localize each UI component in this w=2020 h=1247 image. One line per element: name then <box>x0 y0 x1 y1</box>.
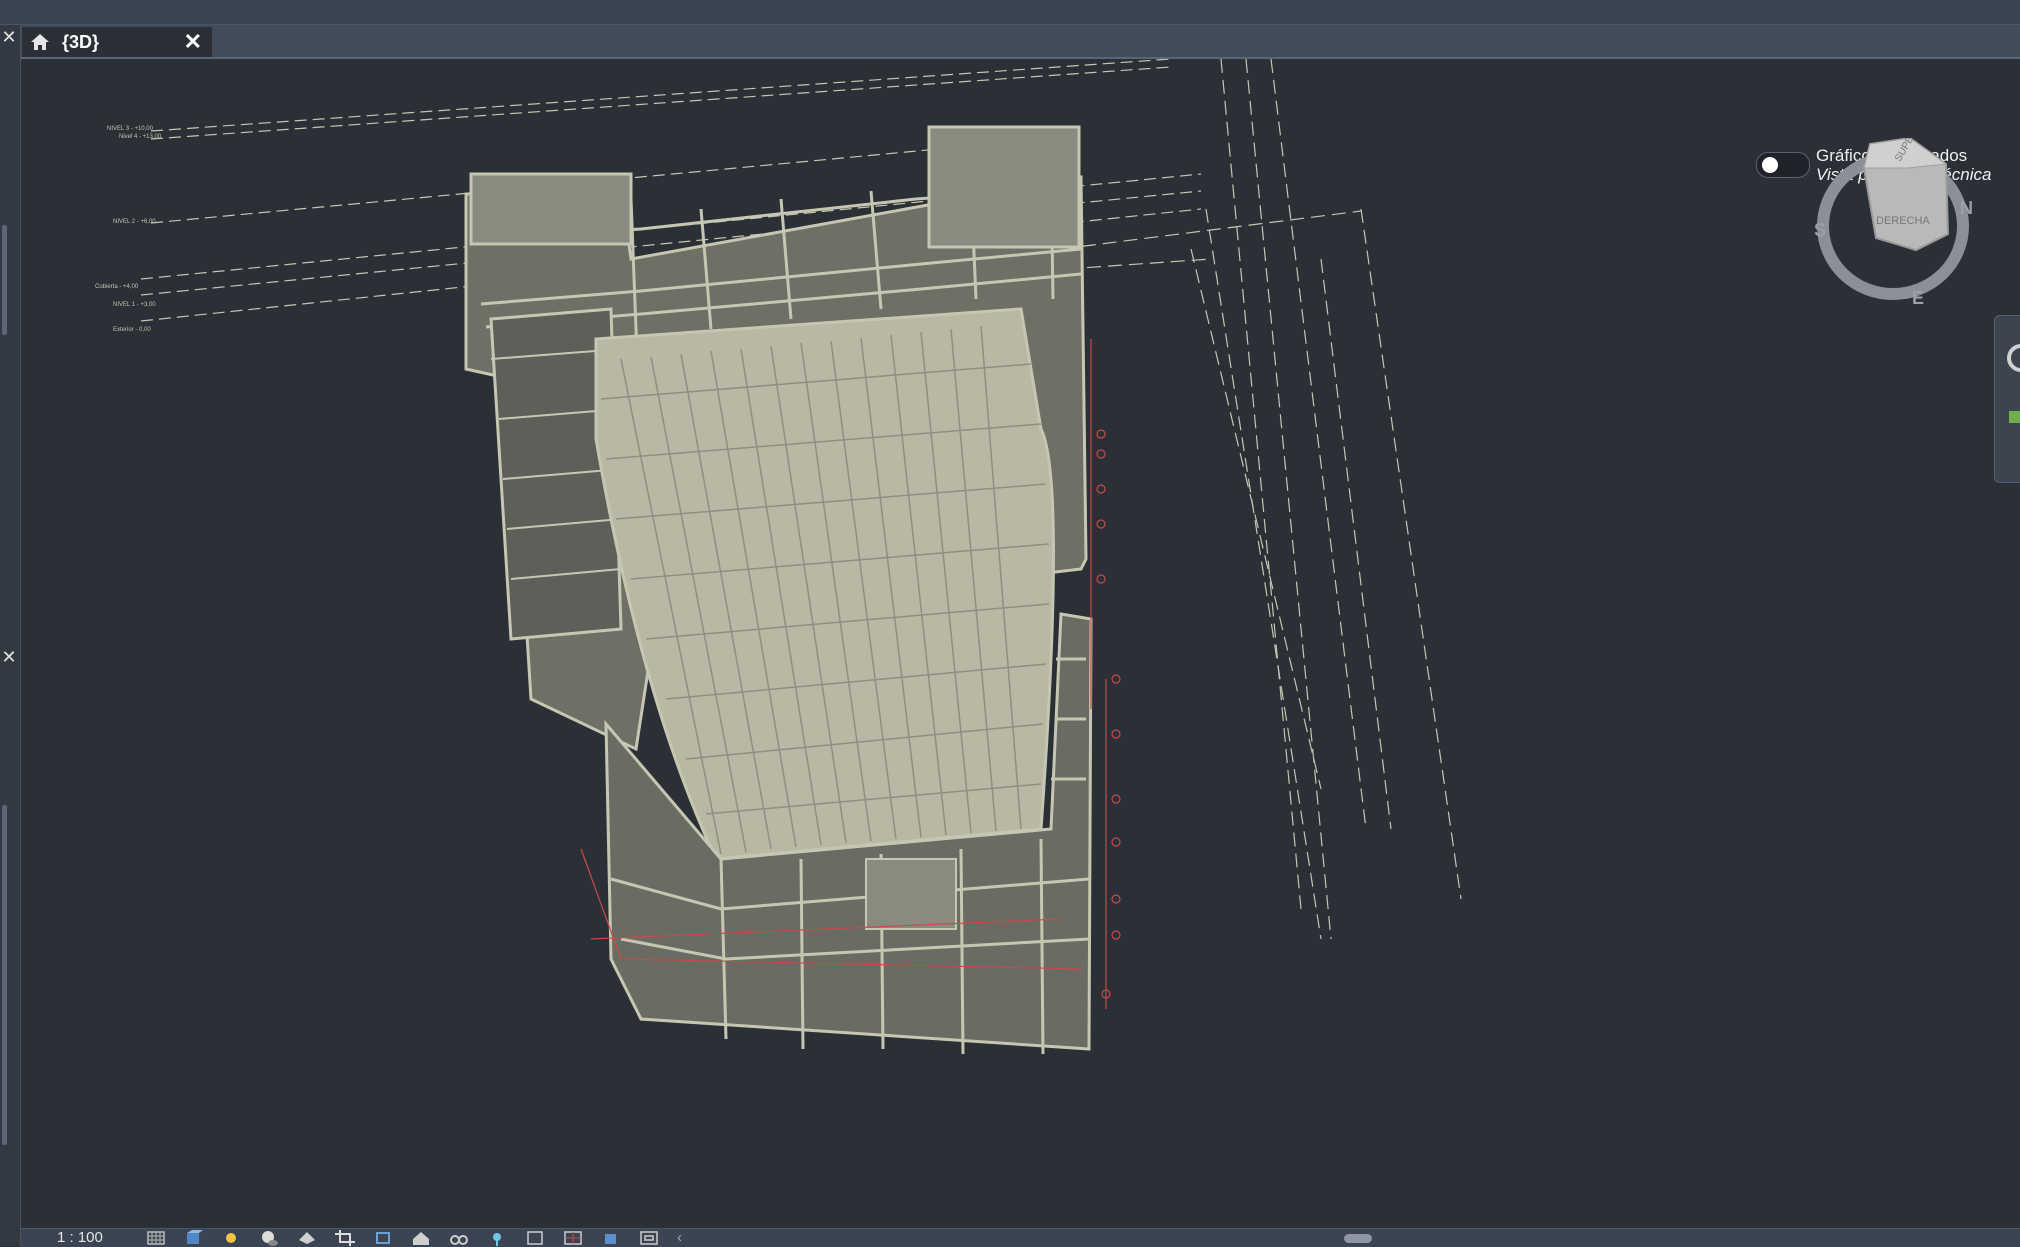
view-scale[interactable]: 1 : 100 <box>57 1229 103 1247</box>
close-panel-icon[interactable]: ✕ <box>1 28 17 46</box>
horizontal-scrollbar-thumb[interactable] <box>1344 1234 1372 1243</box>
navigation-bar[interactable] <box>1994 315 2020 483</box>
view-tab-bar <box>0 25 2020 59</box>
collapse-arrow-icon[interactable]: ‹ <box>677 1229 682 1247</box>
viewcube-front-face[interactable]: DERECHA <box>1876 215 1930 227</box>
compass-east[interactable]: E <box>1912 288 1924 308</box>
detail-level-icon[interactable] <box>146 1230 166 1246</box>
viewcube[interactable]: SUPERIOR DERECHA N S E <box>1808 138 1978 308</box>
level-label: Exterior - 0,00 <box>113 327 151 333</box>
level-label: Nivel 4 - +13,00 <box>119 134 162 140</box>
analytical-model-icon[interactable] <box>563 1230 583 1246</box>
toggle-knob <box>1762 157 1778 173</box>
show-crop-region-icon[interactable] <box>373 1230 393 1246</box>
steering-wheel-icon[interactable] <box>1995 316 2020 482</box>
level-label: NIVEL 3 - +10,00 <box>107 126 154 132</box>
reveal-constraints-icon[interactable] <box>639 1230 659 1246</box>
compass-south[interactable]: S <box>1814 220 1826 240</box>
level-label: Cubierta - +4,00 <box>95 284 139 290</box>
panel-scrollbar[interactable] <box>2 225 7 335</box>
sun-path-icon[interactable] <box>221 1230 241 1246</box>
home-icon <box>31 34 49 50</box>
close-panel-icon[interactable]: ✕ <box>1 648 17 666</box>
reveal-hidden-icon[interactable] <box>487 1230 507 1246</box>
left-panel-strip: ✕ ✕ <box>0 25 21 1246</box>
highlight-displacement-icon[interactable] <box>601 1230 621 1246</box>
temporary-hide-icon[interactable] <box>449 1230 469 1246</box>
unlock-3d-view-icon[interactable] <box>411 1230 431 1246</box>
building-model[interactable]: NIVEL 3 - +10,00 Nivel 4 - +13,00 NIVEL … <box>21 59 2020 1229</box>
close-tab-icon[interactable]: ✕ <box>184 29 202 55</box>
level-label: NIVEL 2 - +6,00 <box>113 219 156 225</box>
3d-viewport[interactable]: NIVEL 3 - +10,00 Nivel 4 - +13,00 NIVEL … <box>21 59 2020 1229</box>
title-bar <box>0 0 2020 25</box>
shadows-icon[interactable] <box>259 1230 279 1246</box>
view-control-bar: 1 : 100 ‹ <box>21 1228 2020 1247</box>
zoom-icon[interactable] <box>2009 411 2020 423</box>
visual-style-icon[interactable] <box>184 1230 204 1246</box>
render-icon[interactable] <box>297 1230 317 1246</box>
tab-3d-view[interactable]: {3D} ✕ <box>22 27 212 57</box>
tab-label: {3D} <box>62 31 100 52</box>
level-label: NIVEL 1 - +3,00 <box>113 302 156 308</box>
compass-north[interactable]: N <box>1960 198 1973 218</box>
accelerated-graphics-toggle[interactable] <box>1756 152 1810 178</box>
panel-scrollbar[interactable] <box>2 805 7 1145</box>
temporary-view-properties-icon[interactable] <box>525 1230 545 1246</box>
crop-view-icon[interactable] <box>335 1230 355 1246</box>
